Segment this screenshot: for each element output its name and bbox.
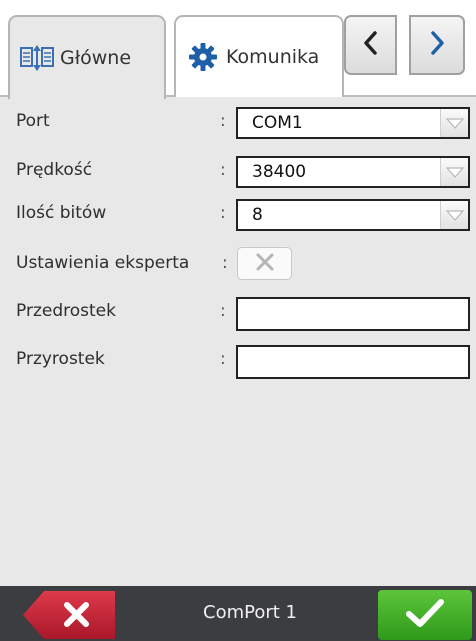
expert-checkbox[interactable] <box>237 247 292 280</box>
dropdown-arrow-icon[interactable] <box>440 201 468 229</box>
dropdown-arrow-icon[interactable] <box>440 109 468 137</box>
row-speed: Prędkość : 38400 <box>0 153 476 193</box>
prefix-label: Przedrostek <box>16 301 116 321</box>
tab-komunikacja[interactable]: Komunika <box>174 15 344 97</box>
columns-arrows-icon <box>20 43 54 73</box>
expert-colon: : <box>222 253 228 273</box>
x-icon <box>255 252 275 276</box>
footer-title: ComPort 1 <box>203 602 297 623</box>
row-expert: Ustawienia eksperta : <box>0 246 476 286</box>
speed-colon: : <box>220 160 226 180</box>
ok-button[interactable] <box>378 590 472 640</box>
tab-glowne[interactable]: Główne <box>8 15 166 99</box>
prefix-colon: : <box>220 301 226 321</box>
port-colon: : <box>220 111 226 131</box>
row-prefix: Przedrostek : <box>0 294 476 334</box>
speed-label: Prędkość <box>16 160 93 180</box>
port-label: Port <box>16 111 50 131</box>
suffix-input[interactable] <box>236 345 470 379</box>
bits-value: 8 <box>252 205 263 225</box>
speed-select[interactable]: 38400 <box>236 156 470 188</box>
bottom-bar: ComPort 1 <box>0 586 476 641</box>
speed-value: 38400 <box>252 162 307 182</box>
bits-select[interactable]: 8 <box>236 199 470 231</box>
bits-colon: : <box>220 203 226 223</box>
chevron-left-icon <box>361 28 381 62</box>
nav-next-button[interactable] <box>409 15 465 75</box>
nav-prev-button[interactable] <box>344 15 397 75</box>
port-value: COM1 <box>252 113 303 133</box>
checkmark-icon <box>405 597 445 633</box>
prefix-input[interactable] <box>236 297 470 331</box>
expert-label: Ustawienia eksperta <box>16 253 190 273</box>
port-select[interactable]: COM1 <box>236 107 470 139</box>
tab-komunikacja-label: Komunika <box>226 46 320 68</box>
row-port: Port : COM1 <box>0 104 476 144</box>
chevron-right-icon <box>427 28 447 62</box>
gear-icon <box>186 42 220 72</box>
row-bits: Ilość bitów : 8 <box>0 196 476 236</box>
bits-label: Ilość bitów <box>16 203 107 223</box>
suffix-colon: : <box>220 349 226 369</box>
dropdown-arrow-icon[interactable] <box>440 158 468 186</box>
tab-glowne-label: Główne <box>60 47 132 69</box>
row-suffix: Przyrostek : <box>0 342 476 382</box>
suffix-label: Przyrostek <box>16 349 105 369</box>
cancel-button[interactable] <box>22 590 117 640</box>
tab-bar: Główne Komunika <box>0 0 476 99</box>
